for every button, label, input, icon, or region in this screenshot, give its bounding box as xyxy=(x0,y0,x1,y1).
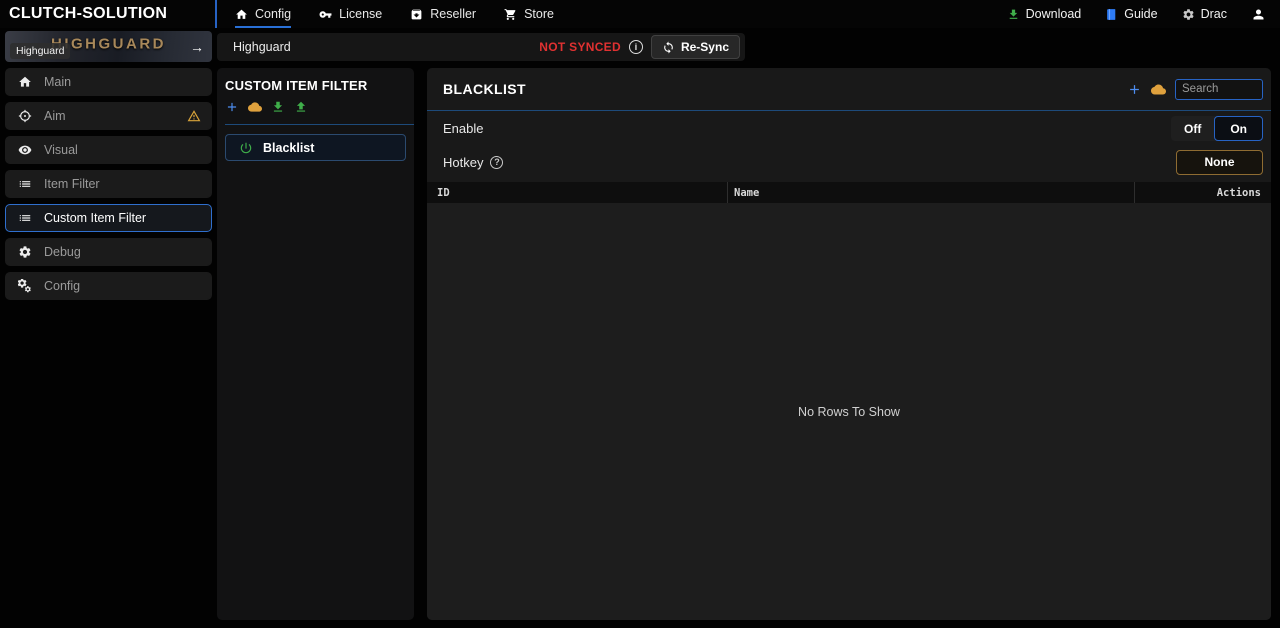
gears-icon xyxy=(18,279,32,293)
sync-status-group: NOT SYNCED i Re-Sync xyxy=(539,35,740,59)
home-icon xyxy=(18,75,32,89)
hotkey-label: Hotkey ? xyxy=(443,155,503,170)
content-area: Highguard NOT SYNCED i Re-Sync CUSTOM IT… xyxy=(217,28,1280,628)
account-link[interactable]: Drac xyxy=(1182,7,1227,21)
table-header-row: ID Name Actions xyxy=(427,182,1271,203)
breadcrumb-bar: Highguard NOT SYNCED i Re-Sync xyxy=(217,33,745,61)
top-nav: Config License Reseller Store xyxy=(235,0,554,28)
arrow-right-icon: → xyxy=(190,39,204,55)
column-header-id[interactable]: ID xyxy=(427,182,727,203)
download-icon xyxy=(1007,8,1020,21)
list-icon xyxy=(18,177,32,191)
panel-header: BLACKLIST xyxy=(427,68,1271,110)
help-icon[interactable]: ? xyxy=(490,156,503,169)
panels-row: CUSTOM ITEM FILTER Blacklist xyxy=(217,68,1280,620)
sidebar-item-config[interactable]: Config xyxy=(5,272,212,300)
brand-logo: CLUTCH-SOLUTION xyxy=(0,0,217,28)
table-body: No Rows To Show xyxy=(427,203,1271,620)
empty-state-message: No Rows To Show xyxy=(798,405,900,419)
custom-item-filter-panel: CUSTOM ITEM FILTER Blacklist xyxy=(217,68,414,620)
download-link[interactable]: Download xyxy=(1007,7,1082,21)
app-window: CLUTCH-SOLUTION Config License Reseller … xyxy=(0,0,1280,628)
hotkey-bind-button[interactable]: None xyxy=(1176,150,1263,175)
sidebar-item-label: Main xyxy=(44,75,71,89)
banner-badge: Highguard xyxy=(10,43,70,59)
book-icon xyxy=(1105,8,1118,21)
sidebar-item-label: Custom Item Filter xyxy=(44,211,146,225)
sidebar-item-label: Item Filter xyxy=(44,177,100,191)
blacklist-panel: BLACKLIST Enable Off On xyxy=(427,68,1271,620)
breadcrumb: Highguard xyxy=(233,40,291,54)
resync-label: Re-Sync xyxy=(681,40,729,54)
tab-license[interactable]: License xyxy=(319,0,382,28)
crosshair-icon xyxy=(18,109,32,123)
column-header-name[interactable]: Name xyxy=(727,182,1134,203)
cart-icon xyxy=(504,8,517,21)
sidebar-item-visual[interactable]: Visual xyxy=(5,136,212,164)
guide-link[interactable]: Guide xyxy=(1105,7,1157,21)
add-filter-icon[interactable] xyxy=(225,100,239,114)
tab-label: License xyxy=(339,7,382,21)
topbar: CLUTCH-SOLUTION Config License Reseller … xyxy=(0,0,1280,28)
add-entry-icon[interactable] xyxy=(1127,82,1142,97)
sidebar-item-label: Aim xyxy=(44,109,66,123)
refresh-icon xyxy=(662,41,675,54)
tab-config[interactable]: Config xyxy=(235,0,291,28)
panel-toolbar xyxy=(1127,79,1263,100)
gear-icon xyxy=(1182,8,1195,21)
gear-icon xyxy=(18,245,32,259)
sidebar: HIGHGUARD Highguard → Main Aim Visual It… xyxy=(0,28,217,628)
filter-item-label: Blacklist xyxy=(263,141,314,155)
hotkey-label-text: Hotkey xyxy=(443,155,483,170)
tab-label: Reseller xyxy=(430,7,476,21)
tab-reseller[interactable]: Reseller xyxy=(410,0,476,28)
user-icon[interactable] xyxy=(1251,7,1266,22)
power-icon xyxy=(239,141,253,155)
cloud-icon[interactable] xyxy=(1151,82,1166,97)
filter-toolbar xyxy=(225,100,406,114)
filter-list-item-blacklist[interactable]: Blacklist xyxy=(225,134,406,161)
blacklist-table: ID Name Actions No Rows To Show xyxy=(427,182,1271,620)
cloud-icon[interactable] xyxy=(248,100,262,114)
enable-label: Enable xyxy=(443,121,483,136)
enable-setting-row: Enable Off On xyxy=(427,111,1271,146)
guide-label: Guide xyxy=(1124,7,1157,21)
sidebar-item-custom-item-filter[interactable]: Custom Item Filter xyxy=(5,204,212,232)
sidebar-item-item-filter[interactable]: Item Filter xyxy=(5,170,212,198)
sidebar-item-label: Config xyxy=(44,279,80,293)
divider xyxy=(225,124,414,125)
import-icon[interactable] xyxy=(271,100,285,114)
topbar-right: Download Guide Drac xyxy=(1007,0,1280,28)
download-label: Download xyxy=(1026,7,1082,21)
panel-title: CUSTOM ITEM FILTER xyxy=(225,78,406,93)
sidebar-item-debug[interactable]: Debug xyxy=(5,238,212,266)
home-icon xyxy=(235,8,248,21)
export-icon[interactable] xyxy=(294,100,308,114)
key-icon xyxy=(319,8,332,21)
info-icon[interactable]: i xyxy=(629,40,643,54)
status-badge: NOT SYNCED xyxy=(539,40,621,54)
warning-icon xyxy=(187,109,201,123)
sidebar-item-main[interactable]: Main xyxy=(5,68,212,96)
search-input[interactable] xyxy=(1175,79,1263,100)
sidebar-item-aim[interactable]: Aim xyxy=(5,102,212,130)
sidebar-item-label: Debug xyxy=(44,245,81,259)
toggle-off-button[interactable]: Off xyxy=(1171,116,1214,141)
box-icon xyxy=(410,8,423,21)
toggle-on-button[interactable]: On xyxy=(1214,116,1263,141)
enable-toggle: Off On xyxy=(1171,116,1263,141)
eye-icon xyxy=(18,143,32,157)
sidebar-item-label: Visual xyxy=(44,143,78,157)
page-title: BLACKLIST xyxy=(443,81,526,97)
account-label: Drac xyxy=(1201,7,1227,21)
tab-store[interactable]: Store xyxy=(504,0,554,28)
resync-button[interactable]: Re-Sync xyxy=(651,35,740,59)
tab-label: Config xyxy=(255,7,291,21)
list-icon xyxy=(18,211,32,225)
hotkey-setting-row: Hotkey ? None xyxy=(427,146,1271,178)
tab-label: Store xyxy=(524,7,554,21)
game-banner[interactable]: HIGHGUARD Highguard → xyxy=(5,31,212,62)
column-header-actions[interactable]: Actions xyxy=(1134,182,1271,203)
